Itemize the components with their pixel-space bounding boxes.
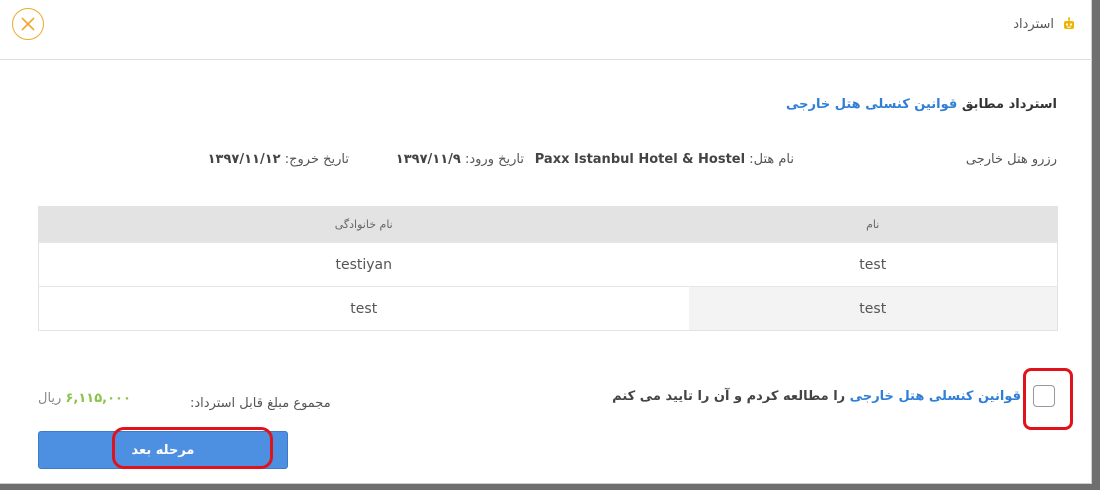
table-row: test testiyan [38,242,1058,287]
backdrop-edge [0,484,1100,490]
backdrop-edge [1092,0,1100,490]
agreement-checkbox[interactable] [1033,385,1055,407]
modal-header: استرداد [0,0,1092,60]
policy-prefix: استرداد مطابق [961,97,1057,112]
hotel-name-field: نام هتل: Paxx Istanbul Hotel & Hostel [535,152,794,167]
checkout-label: تاریخ خروج: [284,152,349,167]
cell-first-name: test [688,286,1058,331]
checkout-field: تاریخ خروج: ۱۳۹۷/۱۱/۱۲ [208,152,349,167]
total-refund-label: مجموع مبلغ قابل استرداد: [190,396,331,411]
agreement-row: قوانین کنسلی هتل خارجی را مطالعه کردم و … [612,385,1055,407]
checkin-date: ۱۳۹۷/۱۱/۹ [395,152,461,167]
close-button[interactable] [12,8,44,40]
booking-type: رزرو هتل خارجی [966,152,1057,167]
header-last-name: نام خانوادگی [38,206,689,243]
checkout-date: ۱۳۹۷/۱۱/۱۲ [207,152,281,167]
refund-modal: استرداد استرداد مطابق قوانین کنسلی هتل خ… [0,0,1092,484]
cell-last-name: test [38,286,689,331]
total-refund-value: ۶,۱۱۵,۰۰۰ ریال [38,391,131,406]
next-step-button[interactable]: مرحله بعد [38,431,288,469]
table-header-row: نام نام خانوادگی [38,206,1058,243]
table-row: test test [38,286,1058,331]
agreement-text: قوانین کنسلی هتل خارجی را مطالعه کردم و … [612,389,1021,404]
passenger-table: نام نام خانوادگی test testiyan test test [38,206,1058,331]
close-x-icon [21,17,35,31]
booking-type-label: رزرو هتل خارجی [965,152,1057,167]
header-first-name: نام [688,206,1058,243]
refund-policy-line: استرداد مطابق قوانین کنسلی هتل خارجی [786,97,1057,112]
hotel-name-value: Paxx Istanbul Hotel & Hostel [534,152,746,167]
cell-first-name: test [688,242,1058,287]
robot-icon [1064,17,1074,29]
cell-last-name: testiyan [38,242,689,287]
total-refund-amount: ۶,۱۱۵,۰۰۰ [65,391,131,406]
checkin-field: تاریخ ورود: ۱۳۹۷/۱۱/۹ [396,152,524,167]
cancellation-rules-link[interactable]: قوانین کنسلی هتل خارجی [786,97,957,112]
agreement-statement: را مطالعه کردم و آن را تایید می کنم [612,388,846,404]
agreement-rules-link[interactable]: قوانین کنسلی هتل خارجی [850,389,1021,404]
hotel-name-label: نام هتل: [749,152,794,167]
checkin-label: تاریخ ورود: [464,152,524,167]
total-refund-currency: ریال [38,391,62,406]
modal-title: استرداد [1013,17,1054,32]
